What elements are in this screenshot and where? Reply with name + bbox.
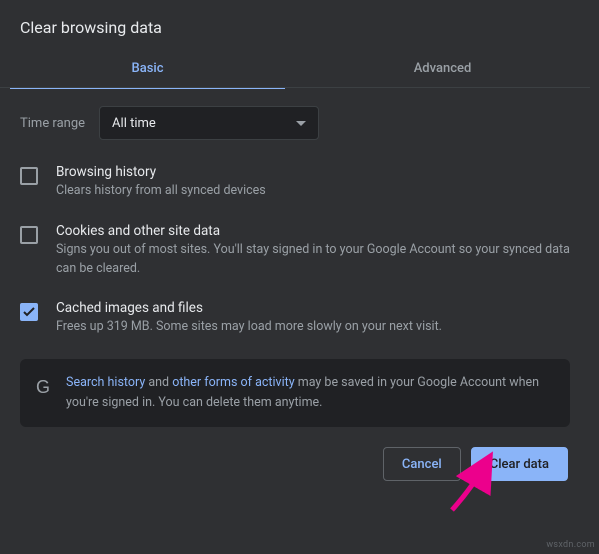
option-title: Cached images and files [56,300,442,316]
dialog-title: Clear browsing data [0,0,590,53]
info-text: Search history and other forms of activi… [66,373,554,413]
google-icon: G [36,377,50,398]
time-range-label: Time range [20,116,85,131]
clear-data-button[interactable]: Clear data [471,447,568,481]
option-title: Browsing history [56,164,266,180]
tabs: Basic Advanced [0,53,590,88]
option-text: Cached images and files Frees up 319 MB.… [56,300,442,337]
option-cookies: Cookies and other site data Signs you ou… [20,223,570,279]
time-range-select[interactable]: All time [99,106,319,140]
option-desc: Clears history from all synced devices [56,182,266,201]
time-range-value: All time [112,116,156,131]
dialog-body: Time range All time Browsing history Cle… [0,88,590,427]
option-desc: Frees up 319 MB. Some sites may load mor… [56,318,442,337]
google-account-info: G Search history and other forms of acti… [20,359,570,427]
link-search-history[interactable]: Search history [66,375,145,390]
option-title: Cookies and other site data [56,223,570,239]
cancel-button[interactable]: Cancel [383,447,461,481]
checkbox-browsing-history[interactable] [20,167,38,185]
option-text: Cookies and other site data Signs you ou… [56,223,570,279]
tabs-divider [0,87,590,88]
link-other-activity[interactable]: other forms of activity [172,375,294,390]
tab-advanced[interactable]: Advanced [295,53,590,88]
clear-browsing-data-dialog: Clear browsing data Basic Advanced Time … [0,0,590,499]
checkbox-cached[interactable] [20,303,38,321]
option-text: Browsing history Clears history from all… [56,164,266,201]
option-cached: Cached images and files Frees up 319 MB.… [20,300,570,337]
option-browsing-history: Browsing history Clears history from all… [20,164,570,201]
checkbox-cookies[interactable] [20,226,38,244]
tab-basic[interactable]: Basic [0,53,295,88]
option-desc: Signs you out of most sites. You'll stay… [56,241,570,279]
time-range-row: Time range All time [20,106,570,140]
chevron-down-icon [296,121,306,126]
watermark: wsxdn.com [546,540,595,550]
dialog-actions: Cancel Clear data [0,427,590,499]
